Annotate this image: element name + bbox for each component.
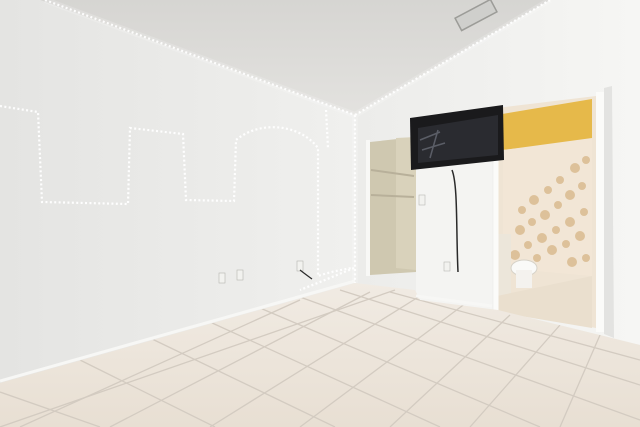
outlet-left-3: [296, 260, 304, 272]
outlet-left-1: [218, 272, 226, 284]
toilet-base: [516, 270, 532, 288]
outlet-left-2: [236, 269, 244, 281]
room-illustration: [0, 0, 640, 427]
bathroom-vanity: [497, 234, 511, 296]
room-photo: [0, 0, 640, 427]
outlet-tv: [443, 261, 451, 272]
light-switch: [418, 194, 426, 206]
